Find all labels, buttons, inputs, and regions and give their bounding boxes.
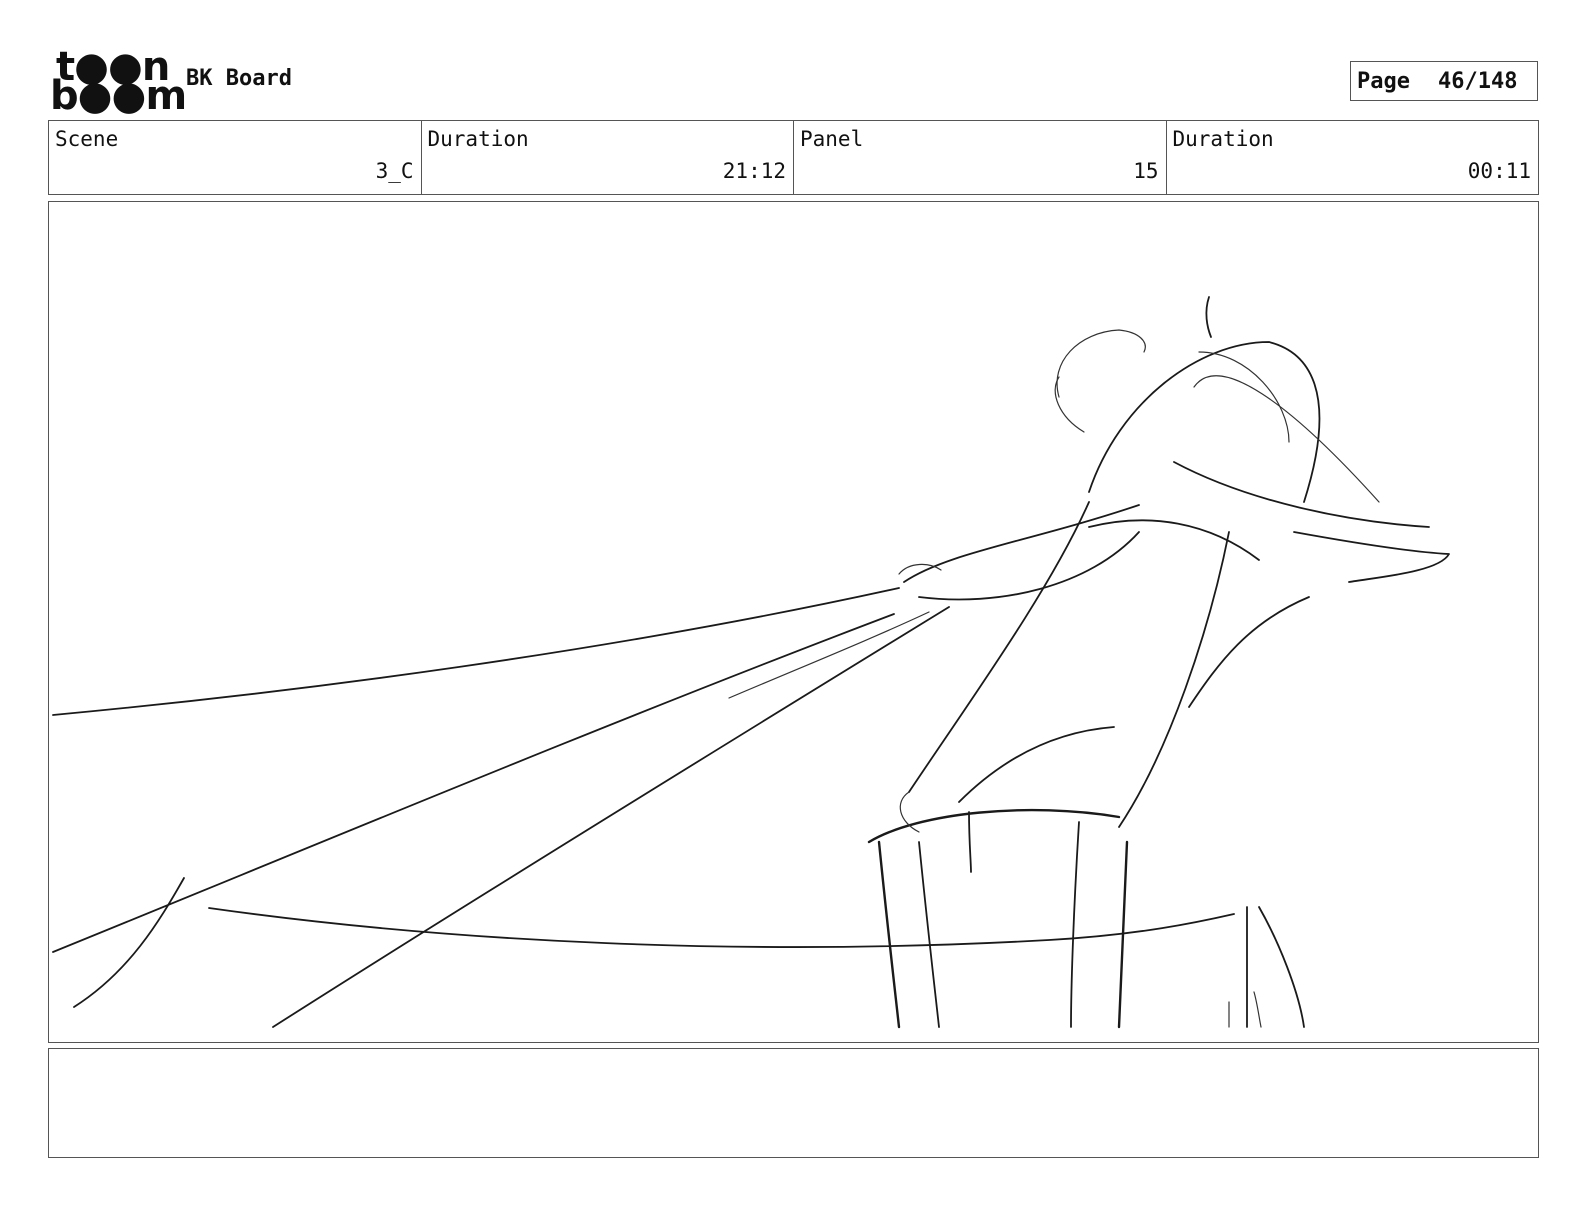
cape-fold-line [728,611,930,699]
brow-line [1173,461,1430,528]
panel-label: Panel [800,127,864,151]
cape-bottom-line [272,606,950,1028]
stump-left [877,840,901,1029]
panel-info-table: Scene 3_C Duration 21:12 Panel 15 Durati… [48,120,1539,195]
grass-1 [1253,991,1262,1028]
stump-top [867,808,1121,844]
scene-duration-label: Duration [427,127,529,151]
scene-duration-cell: Duration 21:12 [422,121,794,194]
hair-tuft [1205,296,1212,338]
panel-duration-value: 00:11 [1467,159,1531,183]
scene-duration-value: 21:12 [722,159,786,183]
storyboard-panel-image [48,201,1539,1043]
head-outline [1088,341,1321,503]
ear [1056,329,1146,398]
jaw-line [1188,596,1310,708]
arm-bottom [918,531,1140,601]
scene-label: Scene [55,127,119,151]
ear-back [1054,376,1085,433]
stump-bark-2 [1070,821,1080,1028]
panel-cell: Panel 15 [794,121,1167,194]
page-number: 46/148 [1437,68,1518,94]
logo-line-2: b●●m [50,73,187,119]
stump-left-inner [918,841,940,1028]
page-label: Page [1357,68,1410,94]
panel-value: 15 [1133,159,1159,183]
toonboom-logo: t●●n b●●m [50,47,187,116]
stump-bark-1 [968,811,972,873]
muzzle [1293,531,1450,583]
panel-sketch [52,296,1450,1029]
horizon-line [208,907,1235,948]
plant-stem-2 [1258,906,1305,1028]
page-indicator: Page 46/148 [1350,61,1538,101]
project-title: BK Board [186,66,292,91]
scene-cell: Scene 3_C [49,121,422,194]
panel-notes-area [48,1048,1539,1158]
scene-value: 3_C [375,159,414,183]
front-line [1118,531,1230,828]
panel-duration-cell: Duration 00:11 [1167,121,1539,194]
arm-top [903,504,1140,583]
cape-top-line [52,587,900,716]
panel-duration-label: Duration [1172,127,1274,151]
ground-curve [73,877,185,1008]
face-guide [1198,351,1290,443]
leg-line [958,726,1115,803]
